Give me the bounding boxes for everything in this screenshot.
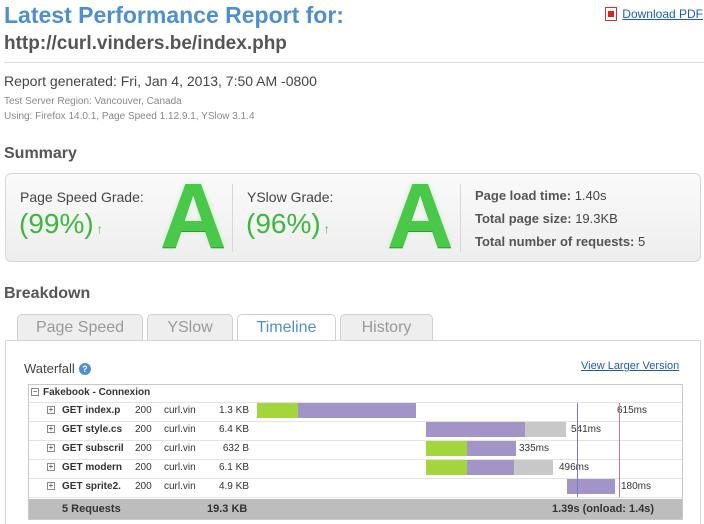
- page-size: Total page size: 19.3KB: [475, 211, 618, 226]
- load-time-label: Page load time:: [475, 188, 572, 203]
- waterfall-table: − Fakebook - Connexion + GET index.p 200 cu…: [28, 384, 683, 520]
- footer-size: 19.3 KB: [207, 503, 248, 515]
- request-domain: curl.vin: [164, 481, 196, 492]
- tab-history[interactable]: History: [340, 314, 433, 340]
- request-time: 180ms: [621, 481, 652, 492]
- expand-icon[interactable]: +: [47, 482, 55, 490]
- yslow-label: YSlow Grade:: [247, 189, 334, 205]
- timing-bar-gray: [525, 422, 566, 437]
- timing-bar-receive: [467, 441, 516, 456]
- load-time-value: 1.40s: [574, 188, 607, 203]
- report-generated: Report generated: Fri, Jan 4, 2013, 7:50…: [4, 73, 317, 89]
- request-count: Total number of requests: 5: [475, 234, 645, 249]
- collapse-icon[interactable]: −: [31, 388, 39, 396]
- footer-requests: 5 Requests: [62, 503, 121, 515]
- request-domain: curl.vin: [164, 462, 196, 473]
- request-status: 200: [135, 462, 152, 473]
- expand-icon[interactable]: +: [47, 425, 55, 433]
- load-time: Page load time: 1.40s: [475, 188, 607, 203]
- request-domain: curl.vin: [164, 405, 196, 416]
- request-name: GET style.cs: [62, 424, 123, 435]
- expand-icon[interactable]: +: [47, 463, 55, 471]
- view-larger-link[interactable]: View Larger Version: [581, 360, 679, 372]
- expand-icon[interactable]: +: [47, 406, 55, 414]
- download-pdf-link[interactable]: Download PDF: [622, 7, 703, 21]
- yslow-grade: A: [387, 165, 454, 267]
- waterfall-footer: 5 Requests 19.3 KB 1.39s (onload: 1.4s): [29, 499, 682, 519]
- yslow-percent: (96%): [246, 208, 321, 239]
- footer-time: 1.39s (onload: 1.4s): [552, 503, 655, 515]
- pagespeed-label: Page Speed Grade:: [20, 189, 144, 205]
- request-time: 335ms: [519, 443, 550, 454]
- request-status: 200: [135, 405, 152, 416]
- request-count-value: 5: [638, 234, 646, 249]
- request-name: GET subscril: [62, 443, 124, 454]
- summary-box: Page Speed Grade: (99%) ↑ A YSlow Grade:…: [5, 165, 701, 267]
- request-status: 200: [135, 443, 152, 454]
- pagespeed-grade: A: [160, 165, 227, 267]
- group-row[interactable]: − Fakebook - Connexion: [29, 385, 682, 403]
- table-row[interactable]: + GET modern 200 curl.vin 6.1 KB 496ms: [29, 459, 682, 479]
- table-row[interactable]: + GET index.p 200 curl.vin 1.3 KB 615ms: [29, 402, 682, 422]
- request-domain: curl.vin: [164, 443, 196, 454]
- yslow-score: (96%) ↑: [246, 208, 330, 240]
- table-row[interactable]: + GET subscril 200 curl.vin 632 B 335ms: [29, 440, 682, 460]
- timing-bar-gray: [514, 460, 553, 475]
- up-arrow-icon: ↑: [323, 222, 330, 236]
- tools-used: Using: Firefox 14.0.1, Page Speed 1.12.9…: [4, 111, 255, 122]
- timing-bar-receive: [567, 479, 615, 494]
- report-url: http://curl.vinders.be/index.php: [4, 33, 287, 54]
- request-size: 6.4 KB: [218, 424, 249, 435]
- request-time: 496ms: [559, 462, 590, 473]
- pagespeed-score: (99%) ↑: [19, 208, 103, 240]
- summary-heading: Summary: [4, 145, 77, 162]
- table-row[interactable]: + GET sprite2. 200 curl.vin 4.9 KB 180ms: [29, 478, 682, 498]
- onload-line: [619, 403, 620, 497]
- group-label: Fakebook - Connexion: [43, 387, 151, 398]
- request-time: 541ms: [571, 424, 602, 435]
- tab-yslow[interactable]: YSlow: [147, 314, 233, 340]
- request-size: 632 B: [222, 443, 249, 454]
- waterfall-label: Waterfall: [24, 361, 75, 376]
- help-icon[interactable]: ?: [78, 362, 91, 375]
- request-status: 200: [135, 424, 152, 435]
- report-title: Latest Performance Report for:: [4, 2, 344, 28]
- divider: [4, 62, 704, 63]
- request-size: 1.3 KB: [218, 405, 249, 416]
- separator: [232, 184, 233, 252]
- timing-bar-wait: [257, 403, 298, 418]
- request-name: GET sprite2.: [62, 481, 121, 492]
- request-status: 200: [135, 481, 152, 492]
- request-size: 4.9 KB: [218, 481, 249, 492]
- waterfall-title: Waterfall ?: [24, 361, 91, 376]
- tab-page-speed[interactable]: Page Speed: [17, 314, 143, 340]
- breakdown-tabs: Page Speed YSlow Timeline History: [17, 314, 433, 341]
- request-name: GET modern: [62, 462, 123, 473]
- page-size-label: Total page size:: [475, 211, 572, 226]
- request-count-label: Total number of requests:: [475, 234, 635, 249]
- timing-bar-wait: [426, 460, 467, 475]
- timing-bar-wait: [426, 441, 467, 456]
- up-arrow-icon: ↑: [96, 222, 103, 236]
- test-region: Test Server Region: Vancouver, Canada: [4, 96, 182, 107]
- pdf-icon: [605, 7, 618, 21]
- separator: [460, 184, 461, 252]
- request-size: 6.1 KB: [218, 462, 249, 473]
- timing-bar-receive: [467, 460, 514, 475]
- page-size-value: 19.3KB: [575, 211, 618, 226]
- request-name: GET index.p: [62, 405, 121, 416]
- dom-ready-line: [577, 403, 578, 497]
- request-domain: curl.vin: [164, 424, 196, 435]
- request-time: 615ms: [617, 405, 648, 416]
- timing-bar-receive: [426, 422, 525, 437]
- breakdown-heading: Breakdown: [4, 285, 91, 302]
- table-row[interactable]: + GET style.cs 200 curl.vin 6.4 KB 541ms: [29, 421, 682, 441]
- expand-icon[interactable]: +: [47, 444, 55, 452]
- timing-bar-receive: [298, 403, 416, 418]
- pagespeed-percent: (99%): [19, 208, 94, 239]
- tab-timeline[interactable]: Timeline: [237, 314, 336, 341]
- download-pdf[interactable]: Download PDF: [605, 7, 703, 21]
